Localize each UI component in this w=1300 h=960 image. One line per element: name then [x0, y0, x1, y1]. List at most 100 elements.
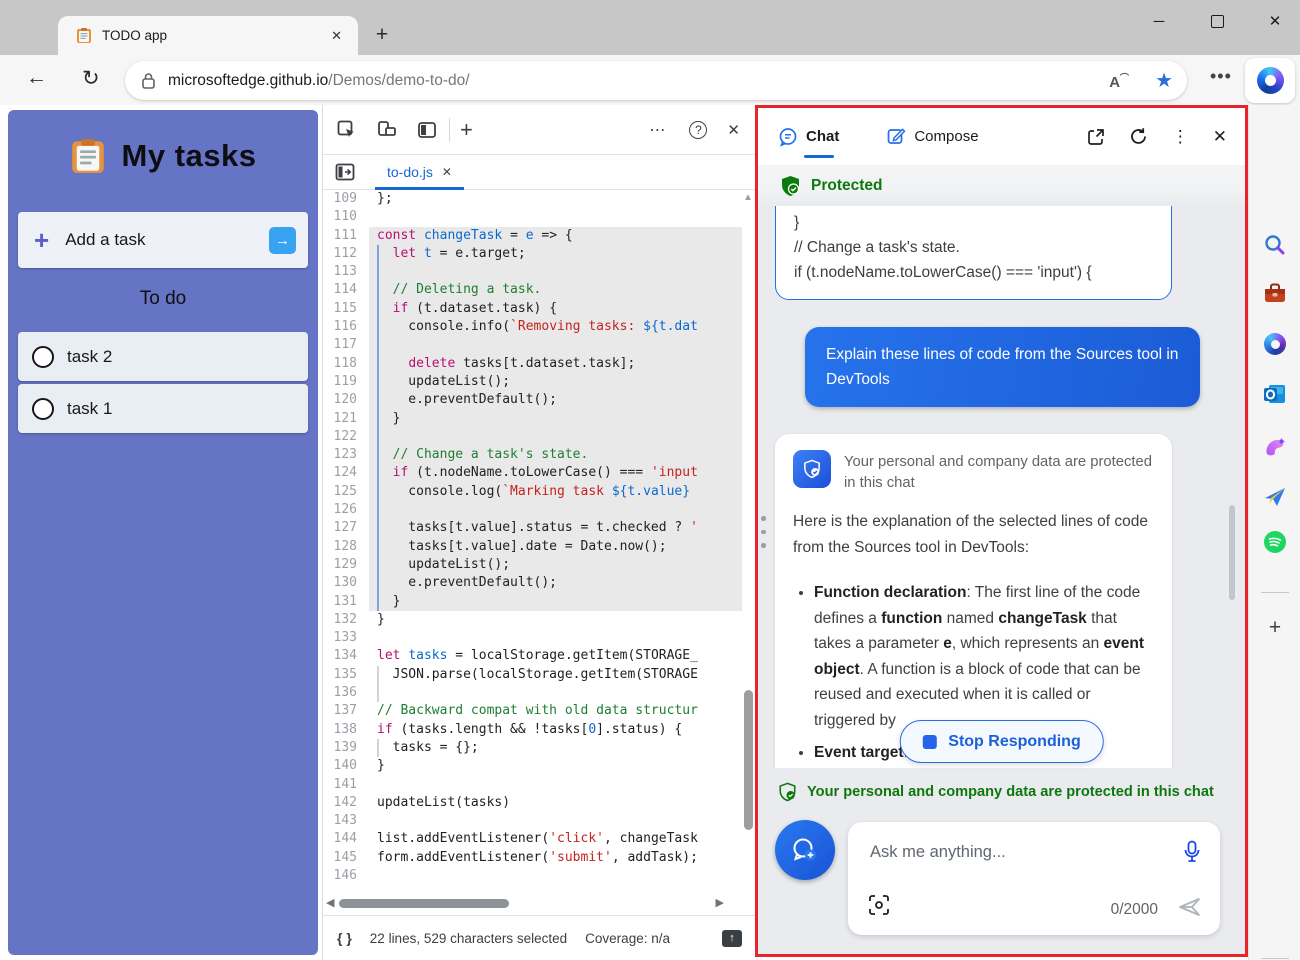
kebab-menu-icon[interactable]: ⋮: [1172, 127, 1189, 147]
vertical-scrollbar[interactable]: ▲ ▼: [741, 190, 755, 960]
code-line[interactable]: 120 e.preventDefault();: [323, 391, 742, 409]
copilot-close-icon[interactable]: ✕: [1213, 127, 1227, 147]
inspect-element-icon[interactable]: [335, 118, 359, 142]
line-number[interactable]: 113: [323, 263, 369, 281]
code-line[interactable]: 141: [323, 776, 742, 794]
toolbox-icon[interactable]: [1263, 281, 1287, 305]
line-number[interactable]: 126: [323, 501, 369, 519]
line-number[interactable]: 139: [323, 739, 369, 757]
code-line[interactable]: 118 delete tasks[t.dataset.task];: [323, 355, 742, 373]
line-number[interactable]: 129: [323, 556, 369, 574]
code-line[interactable]: 133: [323, 629, 742, 647]
file-tab-to-do-js[interactable]: to-do.js ✕: [375, 155, 464, 190]
microphone-icon[interactable]: [1183, 840, 1201, 869]
code-line[interactable]: 117: [323, 336, 742, 354]
submit-task-button[interactable]: →: [269, 227, 296, 254]
load-panel-icon[interactable]: ↑: [722, 930, 742, 947]
code-line[interactable]: 119 updateList();: [323, 373, 742, 391]
task-item[interactable]: task 2: [18, 332, 308, 381]
line-number[interactable]: 118: [323, 355, 369, 373]
code-line[interactable]: 123 // Change a task's state.: [323, 446, 742, 464]
code-line[interactable]: 135 JSON.parse(localStorage.getItem(STOR…: [323, 666, 742, 684]
code-line[interactable]: 132}: [323, 611, 742, 629]
line-number[interactable]: 125: [323, 483, 369, 501]
open-in-window-icon[interactable]: [1087, 128, 1105, 146]
code-line[interactable]: 145form.addEventListener('submit', addTa…: [323, 849, 742, 867]
code-line[interactable]: 134let tasks = localStorage.getItem(STOR…: [323, 647, 742, 665]
code-line[interactable]: 125 console.log(`Marking task ${t.value}: [323, 483, 742, 501]
dock-side-icon[interactable]: [415, 118, 439, 142]
devtools-close-icon[interactable]: ✕: [727, 121, 740, 139]
browser-menu-icon[interactable]: •••: [1210, 66, 1232, 87]
code-line[interactable]: 112 let t = e.target;: [323, 245, 742, 263]
line-number[interactable]: 122: [323, 428, 369, 446]
code-line[interactable]: 126: [323, 501, 742, 519]
scrollbar-thumb[interactable]: [339, 899, 509, 908]
horizontal-scrollbar[interactable]: ◀ ▶: [323, 895, 742, 911]
line-number[interactable]: 127: [323, 519, 369, 537]
drop-icon[interactable]: [1263, 485, 1287, 509]
line-number[interactable]: 146: [323, 867, 369, 885]
line-number[interactable]: 128: [323, 538, 369, 556]
code-line[interactable]: 110: [323, 208, 742, 226]
task-item[interactable]: task 1: [18, 384, 308, 433]
file-tab-close-icon[interactable]: ✕: [442, 165, 452, 179]
code-line[interactable]: 131 }: [323, 593, 742, 611]
line-number[interactable]: 124: [323, 464, 369, 482]
code-line[interactable]: 143: [323, 812, 742, 830]
copilot-toolbar-button[interactable]: [1245, 58, 1295, 103]
add-sidebar-item-icon[interactable]: +: [1263, 616, 1287, 640]
line-number[interactable]: 140: [323, 757, 369, 775]
code-line[interactable]: 129 updateList();: [323, 556, 742, 574]
line-number[interactable]: 136: [323, 684, 369, 702]
devtools-menu-icon[interactable]: ⋯: [645, 118, 669, 142]
close-window-button[interactable]: ✕: [1260, 8, 1290, 34]
line-number[interactable]: 143: [323, 812, 369, 830]
help-icon[interactable]: ?: [689, 121, 707, 139]
line-number[interactable]: 130: [323, 574, 369, 592]
scrollbar-thumb[interactable]: [744, 690, 753, 830]
line-number[interactable]: 134: [323, 647, 369, 665]
line-number[interactable]: 120: [323, 391, 369, 409]
task-checkbox[interactable]: [32, 346, 54, 368]
code-line[interactable]: 136: [323, 684, 742, 702]
format-code-icon[interactable]: { }: [337, 930, 352, 946]
spotify-icon[interactable]: [1263, 530, 1287, 554]
address-bar[interactable]: microsoftedge.github.io/Demos/demo-to-do…: [125, 61, 1187, 100]
line-number[interactable]: 111: [323, 227, 369, 245]
code-line[interactable]: 140}: [323, 757, 742, 775]
code-line[interactable]: 137// Backward compat with old data stru…: [323, 702, 742, 720]
line-number[interactable]: 115: [323, 300, 369, 318]
line-number[interactable]: 138: [323, 721, 369, 739]
code-line[interactable]: 139 tasks = {};: [323, 739, 742, 757]
tab-close-icon[interactable]: ✕: [325, 26, 348, 46]
line-number[interactable]: 135: [323, 666, 369, 684]
code-line[interactable]: 109};: [323, 190, 742, 208]
microsoft-365-icon[interactable]: [1263, 332, 1287, 356]
refresh-icon[interactable]: [1129, 127, 1148, 146]
tab-chat[interactable]: Chat: [778, 108, 839, 165]
navigator-toggle-icon[interactable]: [333, 160, 357, 184]
scroll-up-icon[interactable]: ▲: [741, 192, 755, 203]
line-number[interactable]: 112: [323, 245, 369, 263]
scroll-right-icon[interactable]: ▶: [716, 896, 724, 909]
line-number[interactable]: 144: [323, 830, 369, 848]
code-line[interactable]: 113: [323, 263, 742, 281]
device-emulation-icon[interactable]: [375, 118, 399, 142]
read-aloud-icon[interactable]: A⌒: [1109, 71, 1129, 91]
reload-button[interactable]: ↻: [82, 66, 100, 91]
scroll-left-icon[interactable]: ◀: [326, 896, 334, 909]
add-task-input[interactable]: + Add a task →: [18, 212, 308, 268]
code-line[interactable]: 121 }: [323, 410, 742, 428]
code-line[interactable]: 144list.addEventListener('click', change…: [323, 830, 742, 848]
line-number[interactable]: 116: [323, 318, 369, 336]
code-line[interactable]: 122: [323, 428, 742, 446]
line-number[interactable]: 119: [323, 373, 369, 391]
line-number[interactable]: 142: [323, 794, 369, 812]
maximize-button[interactable]: [1202, 8, 1232, 34]
panel-resize-grip[interactable]: [761, 516, 766, 548]
line-number[interactable]: 131: [323, 593, 369, 611]
browser-tab[interactable]: TODO app ✕: [58, 16, 358, 55]
code-line[interactable]: 128 tasks[t.value].date = Date.now();: [323, 538, 742, 556]
chat-scrollbar-thumb[interactable]: [1229, 505, 1235, 600]
